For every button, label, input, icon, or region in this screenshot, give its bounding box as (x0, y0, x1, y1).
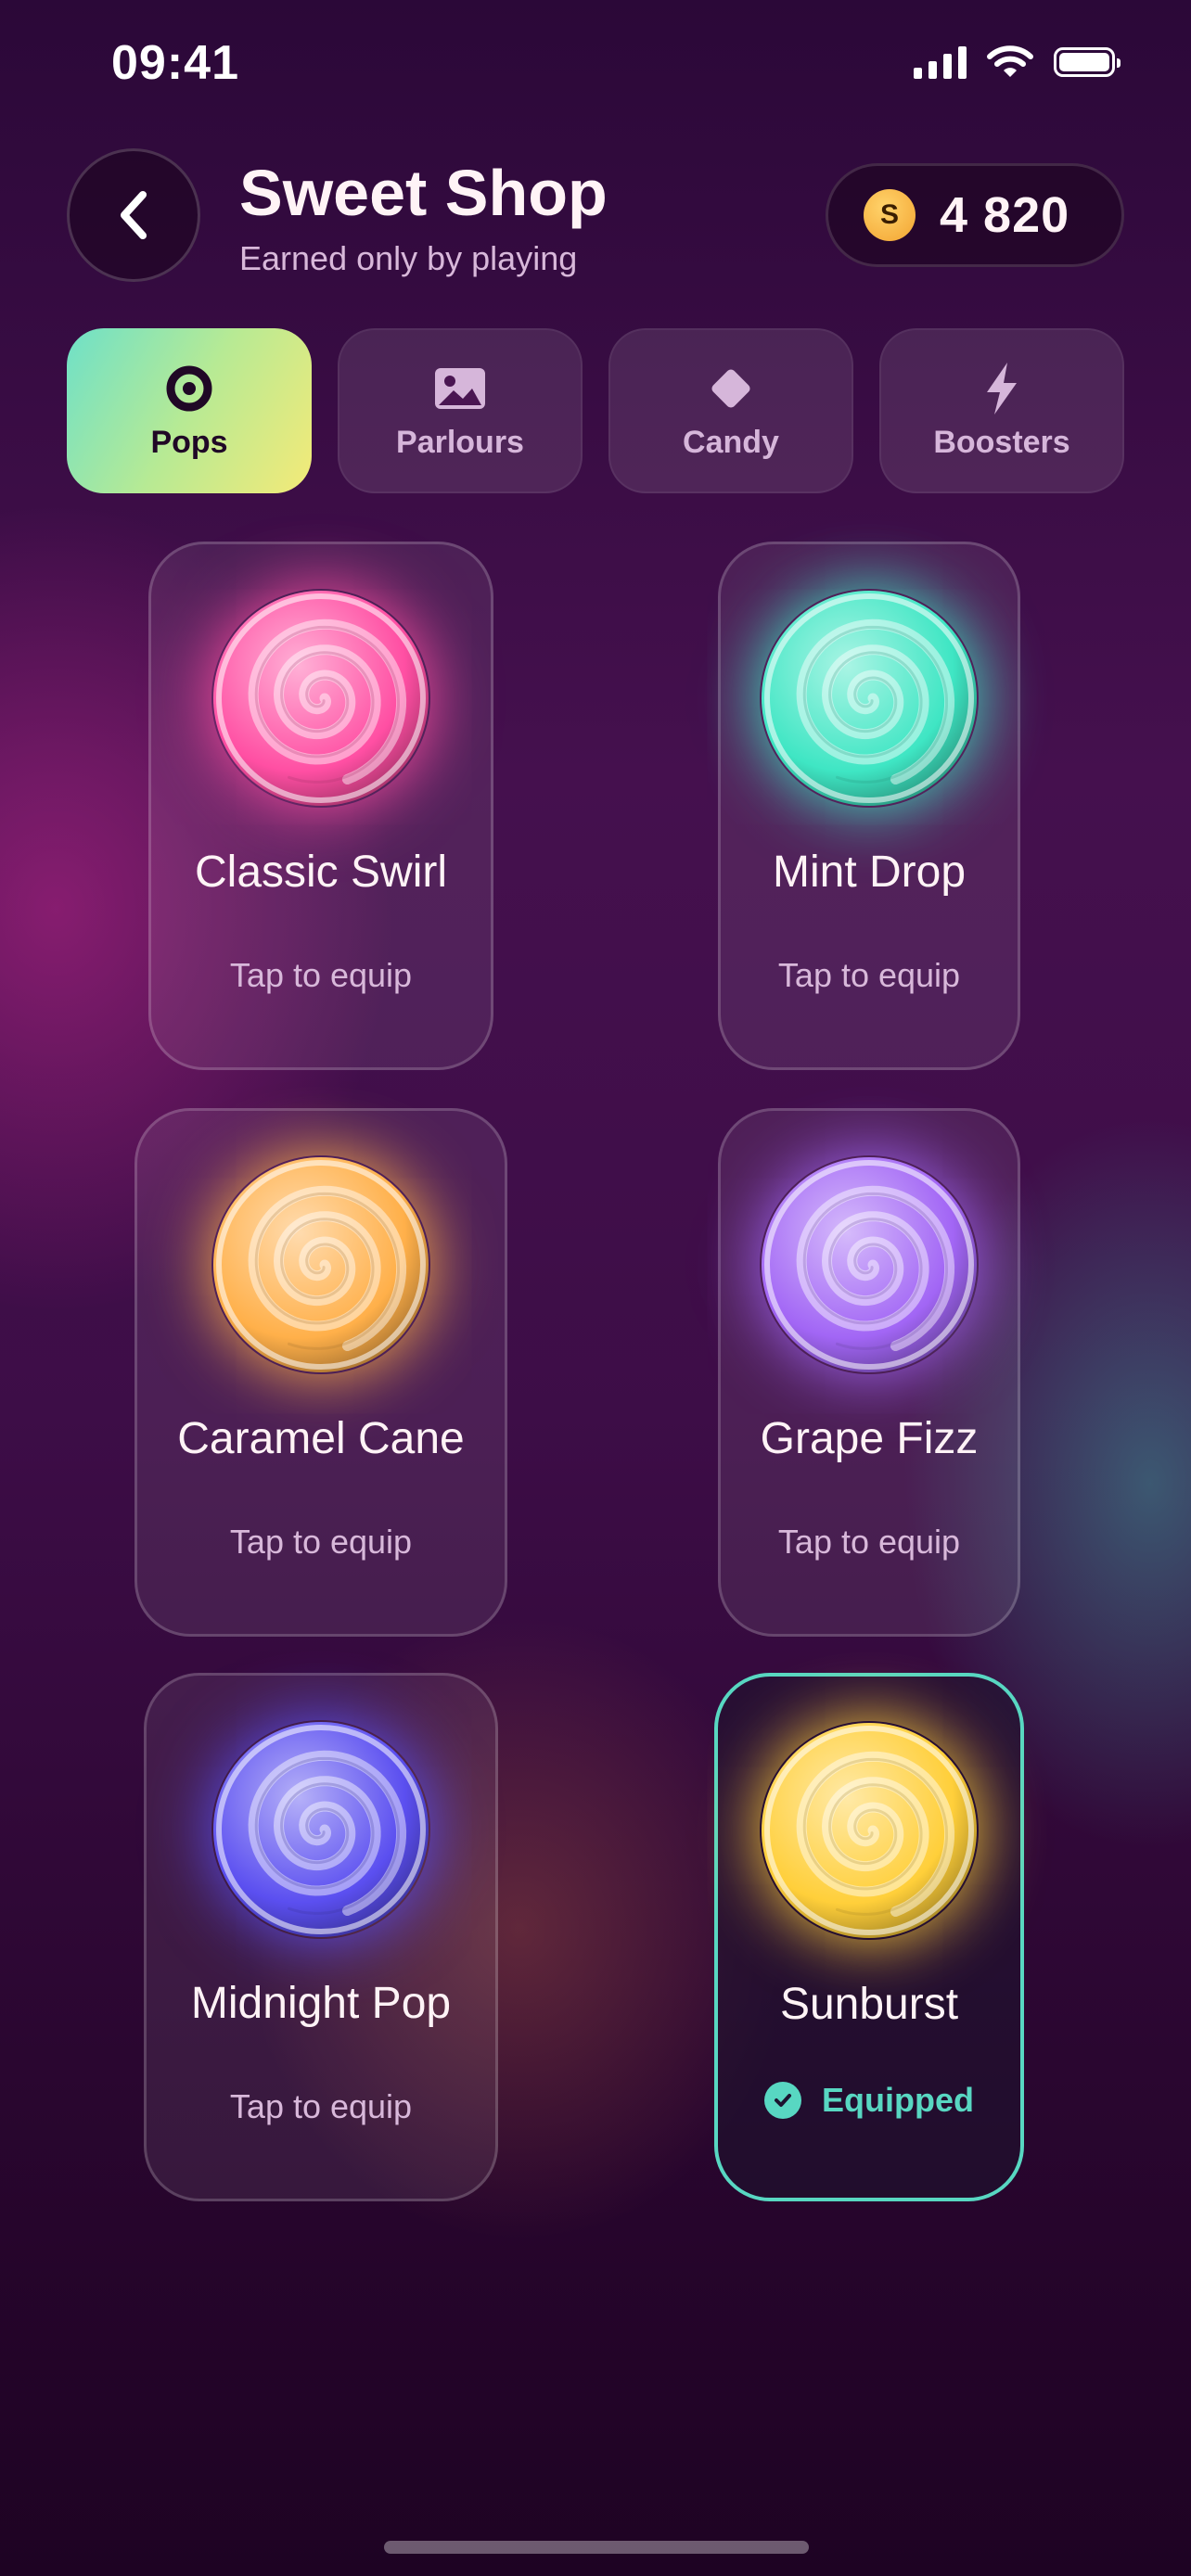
item-card-sunburst[interactable]: Sunburst Equipped (714, 1673, 1024, 2201)
lollipop-icon (760, 1721, 979, 1940)
lollipop-icon (211, 1155, 430, 1374)
lollipop-icon (211, 1720, 430, 1939)
equip-action: Tap to equip (777, 956, 961, 994)
lightning-icon (987, 362, 1017, 414)
home-indicator[interactable] (384, 2541, 809, 2554)
lollipop-icon (760, 589, 979, 808)
coin-balance-pill: S 4 820 (826, 163, 1124, 267)
image-icon (435, 367, 485, 409)
item-card-caramel-cane[interactable]: Caramel Cane Tap to equip (134, 1108, 507, 1637)
back-button[interactable] (67, 148, 200, 282)
page-subtitle: Earned only by playing (239, 239, 578, 277)
equip-action: Tap to equip (229, 956, 413, 994)
status-icons (914, 45, 1121, 80)
item-name: Sunburst (779, 1980, 959, 2029)
equip-action: Tap to equip (229, 1523, 413, 1561)
item-name: Caramel Cane (177, 1414, 465, 1463)
lollipop-icon (760, 1155, 979, 1374)
equip-action: Tap to equip (777, 1523, 961, 1561)
item-card-mint-drop[interactable]: Mint Drop Tap to equip (718, 542, 1020, 1070)
tab-parlours[interactable]: Parlours (338, 328, 583, 493)
equip-action: Tap to equip (229, 2087, 413, 2125)
tab-pops[interactable]: Pops (67, 328, 312, 493)
item-name: Classic Swirl (194, 848, 447, 897)
tab-candy[interactable]: Candy (608, 328, 853, 493)
chevron-left-icon (121, 191, 147, 239)
diamond-icon (711, 368, 750, 408)
coin-balance: 4 820 (940, 187, 1070, 243)
tab-boosters[interactable]: Boosters (879, 328, 1124, 493)
item-name: Grape Fizz (760, 1414, 979, 1463)
item-card-midnight-pop[interactable]: Midnight Pop Tap to equip (144, 1673, 498, 2201)
status-bar: 09:41 (0, 0, 1191, 130)
tab-label: Parlours (396, 424, 524, 460)
item-name: Mint Drop (772, 848, 967, 897)
cellular-signal-icon (914, 45, 967, 79)
ring-icon (166, 365, 212, 411)
status-time: 09:41 (111, 36, 239, 90)
lollipop-icon (211, 589, 430, 808)
page-title: Sweet Shop (239, 157, 608, 229)
equipped-status: Equipped (718, 2081, 1020, 2120)
wifi-icon (987, 45, 1033, 77)
tab-label: Candy (683, 424, 779, 460)
battery-icon (1054, 47, 1121, 77)
tab-label: Boosters (933, 424, 1070, 460)
item-name: Midnight Pop (190, 1979, 452, 2028)
item-card-classic-swirl[interactable]: Classic Swirl Tap to equip (148, 542, 493, 1070)
equipped-label: Equipped (822, 2081, 974, 2119)
tab-label: Pops (150, 424, 228, 460)
item-card-grape-fizz[interactable]: Grape Fizz Tap to equip (718, 1108, 1020, 1637)
check-circle-icon (764, 2082, 801, 2119)
coin-icon: S (864, 189, 916, 241)
